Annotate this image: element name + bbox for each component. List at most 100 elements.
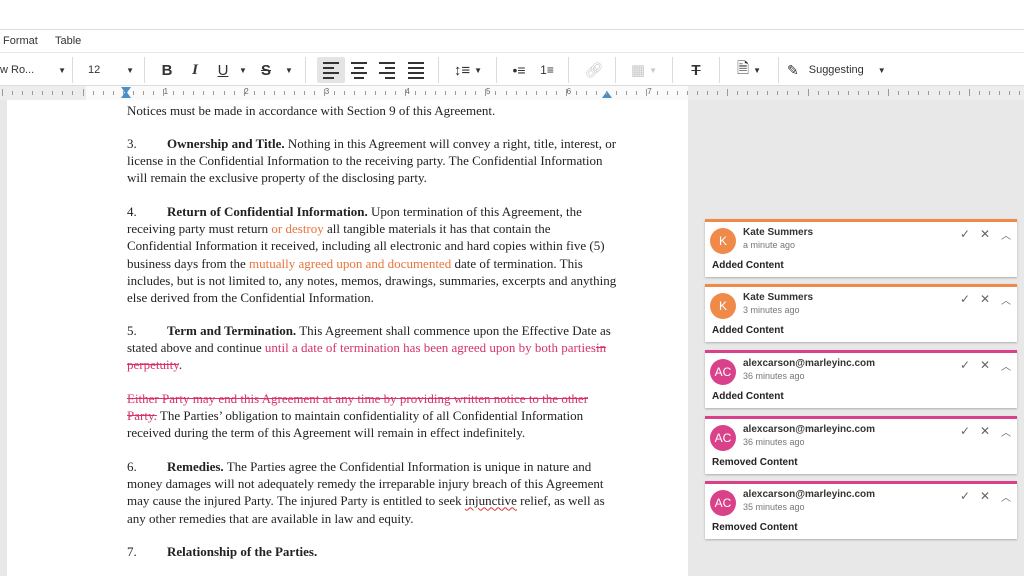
ruler-tick bbox=[22, 91, 24, 95]
suggestion-card[interactable]: K Kate Summers 3 minutes ago Added Conte… bbox=[705, 284, 1017, 342]
section-number: 7. bbox=[127, 544, 137, 559]
align-center-button[interactable] bbox=[346, 57, 372, 83]
suggestion-card[interactable]: AC alexcarson@marleyinc.com 36 minutes a… bbox=[705, 416, 1017, 474]
section-number: 6. bbox=[127, 459, 137, 474]
paragraph-text: The Parties’ obligation to maintain conf… bbox=[127, 408, 584, 441]
suggested-insertion[interactable]: or destroy bbox=[271, 221, 323, 236]
ruler-tick bbox=[737, 91, 739, 95]
accept-icon[interactable]: ✓ bbox=[960, 424, 970, 438]
menu-format[interactable]: Format bbox=[3, 35, 38, 47]
section-5-paragraph: 5. Term and Termination. This Agreement s… bbox=[127, 322, 617, 374]
accept-icon[interactable]: ✓ bbox=[960, 292, 970, 306]
ruler-tick bbox=[122, 91, 124, 95]
ruler-tick bbox=[102, 91, 104, 95]
chevron-down-icon: ▼ bbox=[877, 65, 886, 75]
accept-icon[interactable]: ✓ bbox=[960, 227, 970, 241]
ruler-tick bbox=[857, 91, 859, 95]
line-spacing-icon: ↕≡ bbox=[453, 61, 471, 79]
bulleted-list-button[interactable]: •≡ bbox=[507, 57, 531, 83]
line-spacing-button[interactable]: ↕≡ ▼ bbox=[450, 57, 486, 83]
strikethrough-options-button[interactable]: ▼ bbox=[282, 57, 293, 83]
suggestion-type: Added Content bbox=[712, 325, 784, 336]
toolbar-divider bbox=[496, 57, 497, 83]
ruler-tick bbox=[918, 91, 920, 95]
ruler-tick bbox=[656, 91, 658, 95]
collapse-icon[interactable]: ︿ bbox=[1001, 358, 1011, 373]
ruler-tick bbox=[958, 91, 960, 95]
ruler-tick bbox=[52, 91, 54, 95]
align-right-button[interactable] bbox=[374, 57, 400, 83]
ruler-tick bbox=[445, 91, 447, 95]
accept-icon[interactable]: ✓ bbox=[960, 358, 970, 372]
ruler-tick bbox=[606, 91, 608, 95]
strikethrough-button[interactable]: S bbox=[254, 57, 278, 83]
document-page[interactable]: Notices must be made in accordance with … bbox=[7, 100, 688, 576]
ruler-tick bbox=[505, 91, 507, 95]
ruler-tick bbox=[465, 91, 467, 95]
suggestion-card[interactable]: K Kate Summers a minute ago Added Conten… bbox=[705, 219, 1017, 277]
top-strip bbox=[0, 0, 1024, 30]
italic-button[interactable]: I bbox=[185, 57, 205, 83]
suggesting-mode-select[interactable]: ✎ Suggesting ▼ bbox=[787, 57, 893, 83]
font-family-value: w Ro... bbox=[0, 64, 35, 76]
accept-icon[interactable]: ✓ bbox=[960, 489, 970, 503]
ruler-tick bbox=[435, 91, 436, 95]
reject-icon[interactable]: ✕ bbox=[980, 424, 990, 438]
suggestion-time: 3 minutes ago bbox=[743, 305, 800, 315]
avatar: K bbox=[710, 293, 736, 319]
justify-button[interactable] bbox=[403, 57, 429, 83]
reject-icon[interactable]: ✕ bbox=[980, 292, 990, 306]
ruler-tick bbox=[817, 91, 819, 95]
document-menu-button[interactable]: 🗎︎ ▼ bbox=[731, 57, 767, 83]
collapse-icon[interactable]: ︿ bbox=[1001, 489, 1011, 504]
ruler-tick bbox=[968, 89, 970, 96]
section-heading: Term and Termination. bbox=[167, 323, 297, 338]
suggestion-card[interactable]: AC alexcarson@marleyinc.com 36 minutes a… bbox=[705, 350, 1017, 408]
suggestion-time: a minute ago bbox=[743, 240, 796, 250]
ruler-tick bbox=[535, 91, 537, 95]
ruler[interactable]: 1 2 3 4 5 6 7 bbox=[0, 86, 1024, 100]
section-heading: Ownership and Title. bbox=[167, 136, 285, 151]
insert-link-button[interactable]: 🔗︎ bbox=[582, 57, 606, 83]
ruler-tick bbox=[797, 91, 799, 95]
misspelled-word[interactable]: injunctive bbox=[465, 493, 517, 508]
suggested-insertion[interactable]: until a date of termination has been agr… bbox=[265, 340, 596, 355]
font-family-select[interactable]: w Ro... ▼ bbox=[0, 57, 66, 83]
bold-button[interactable]: B bbox=[157, 57, 177, 83]
reject-icon[interactable]: ✕ bbox=[980, 489, 990, 503]
chevron-down-icon: ▼ bbox=[649, 65, 658, 75]
section-heading: Remedies. bbox=[167, 459, 224, 474]
suggestion-author: alexcarson@marleyinc.com bbox=[743, 424, 876, 435]
ruler-tick bbox=[283, 91, 285, 95]
underline-options-button[interactable]: ▼ bbox=[236, 57, 247, 83]
reject-icon[interactable]: ✕ bbox=[980, 358, 990, 372]
underline-button[interactable]: U bbox=[212, 57, 234, 83]
reject-icon[interactable]: ✕ bbox=[980, 227, 990, 241]
ruler-tick bbox=[616, 91, 618, 95]
suggested-insertion[interactable]: mutually agreed upon and documented bbox=[249, 256, 451, 271]
ruler-tick bbox=[62, 91, 64, 95]
ruler-tick bbox=[898, 91, 900, 95]
ruler-number: 7 bbox=[647, 87, 652, 96]
suggestion-author: alexcarson@marleyinc.com bbox=[743, 358, 876, 369]
clear-formatting-button[interactable]: T bbox=[684, 57, 708, 83]
ruler-tick bbox=[878, 91, 880, 95]
ruler-tick bbox=[948, 91, 950, 95]
collapse-icon[interactable]: ︿ bbox=[1001, 227, 1011, 242]
align-left-button[interactable] bbox=[317, 57, 345, 83]
suggestion-type: Removed Content bbox=[712, 457, 798, 468]
font-size-select[interactable]: 12 ▼ bbox=[88, 57, 134, 83]
ruler-tick bbox=[294, 91, 296, 95]
ruler-tick bbox=[988, 91, 990, 95]
insert-table-button[interactable]: ▦ ▼ bbox=[627, 57, 661, 83]
collapse-icon[interactable]: ︿ bbox=[1001, 424, 1011, 439]
ruler-number: 2 bbox=[244, 87, 249, 96]
ruler-tick bbox=[686, 91, 688, 95]
menu-table[interactable]: Table bbox=[55, 35, 81, 47]
ruler-tick bbox=[827, 91, 829, 95]
numbered-list-button[interactable]: 1≡ bbox=[535, 57, 559, 83]
document-icon: 🗎︎ bbox=[737, 59, 750, 77]
collapse-icon[interactable]: ︿ bbox=[1001, 292, 1011, 307]
suggestion-card[interactable]: AC alexcarson@marleyinc.com 35 minutes a… bbox=[705, 481, 1017, 539]
avatar: AC bbox=[710, 359, 736, 385]
